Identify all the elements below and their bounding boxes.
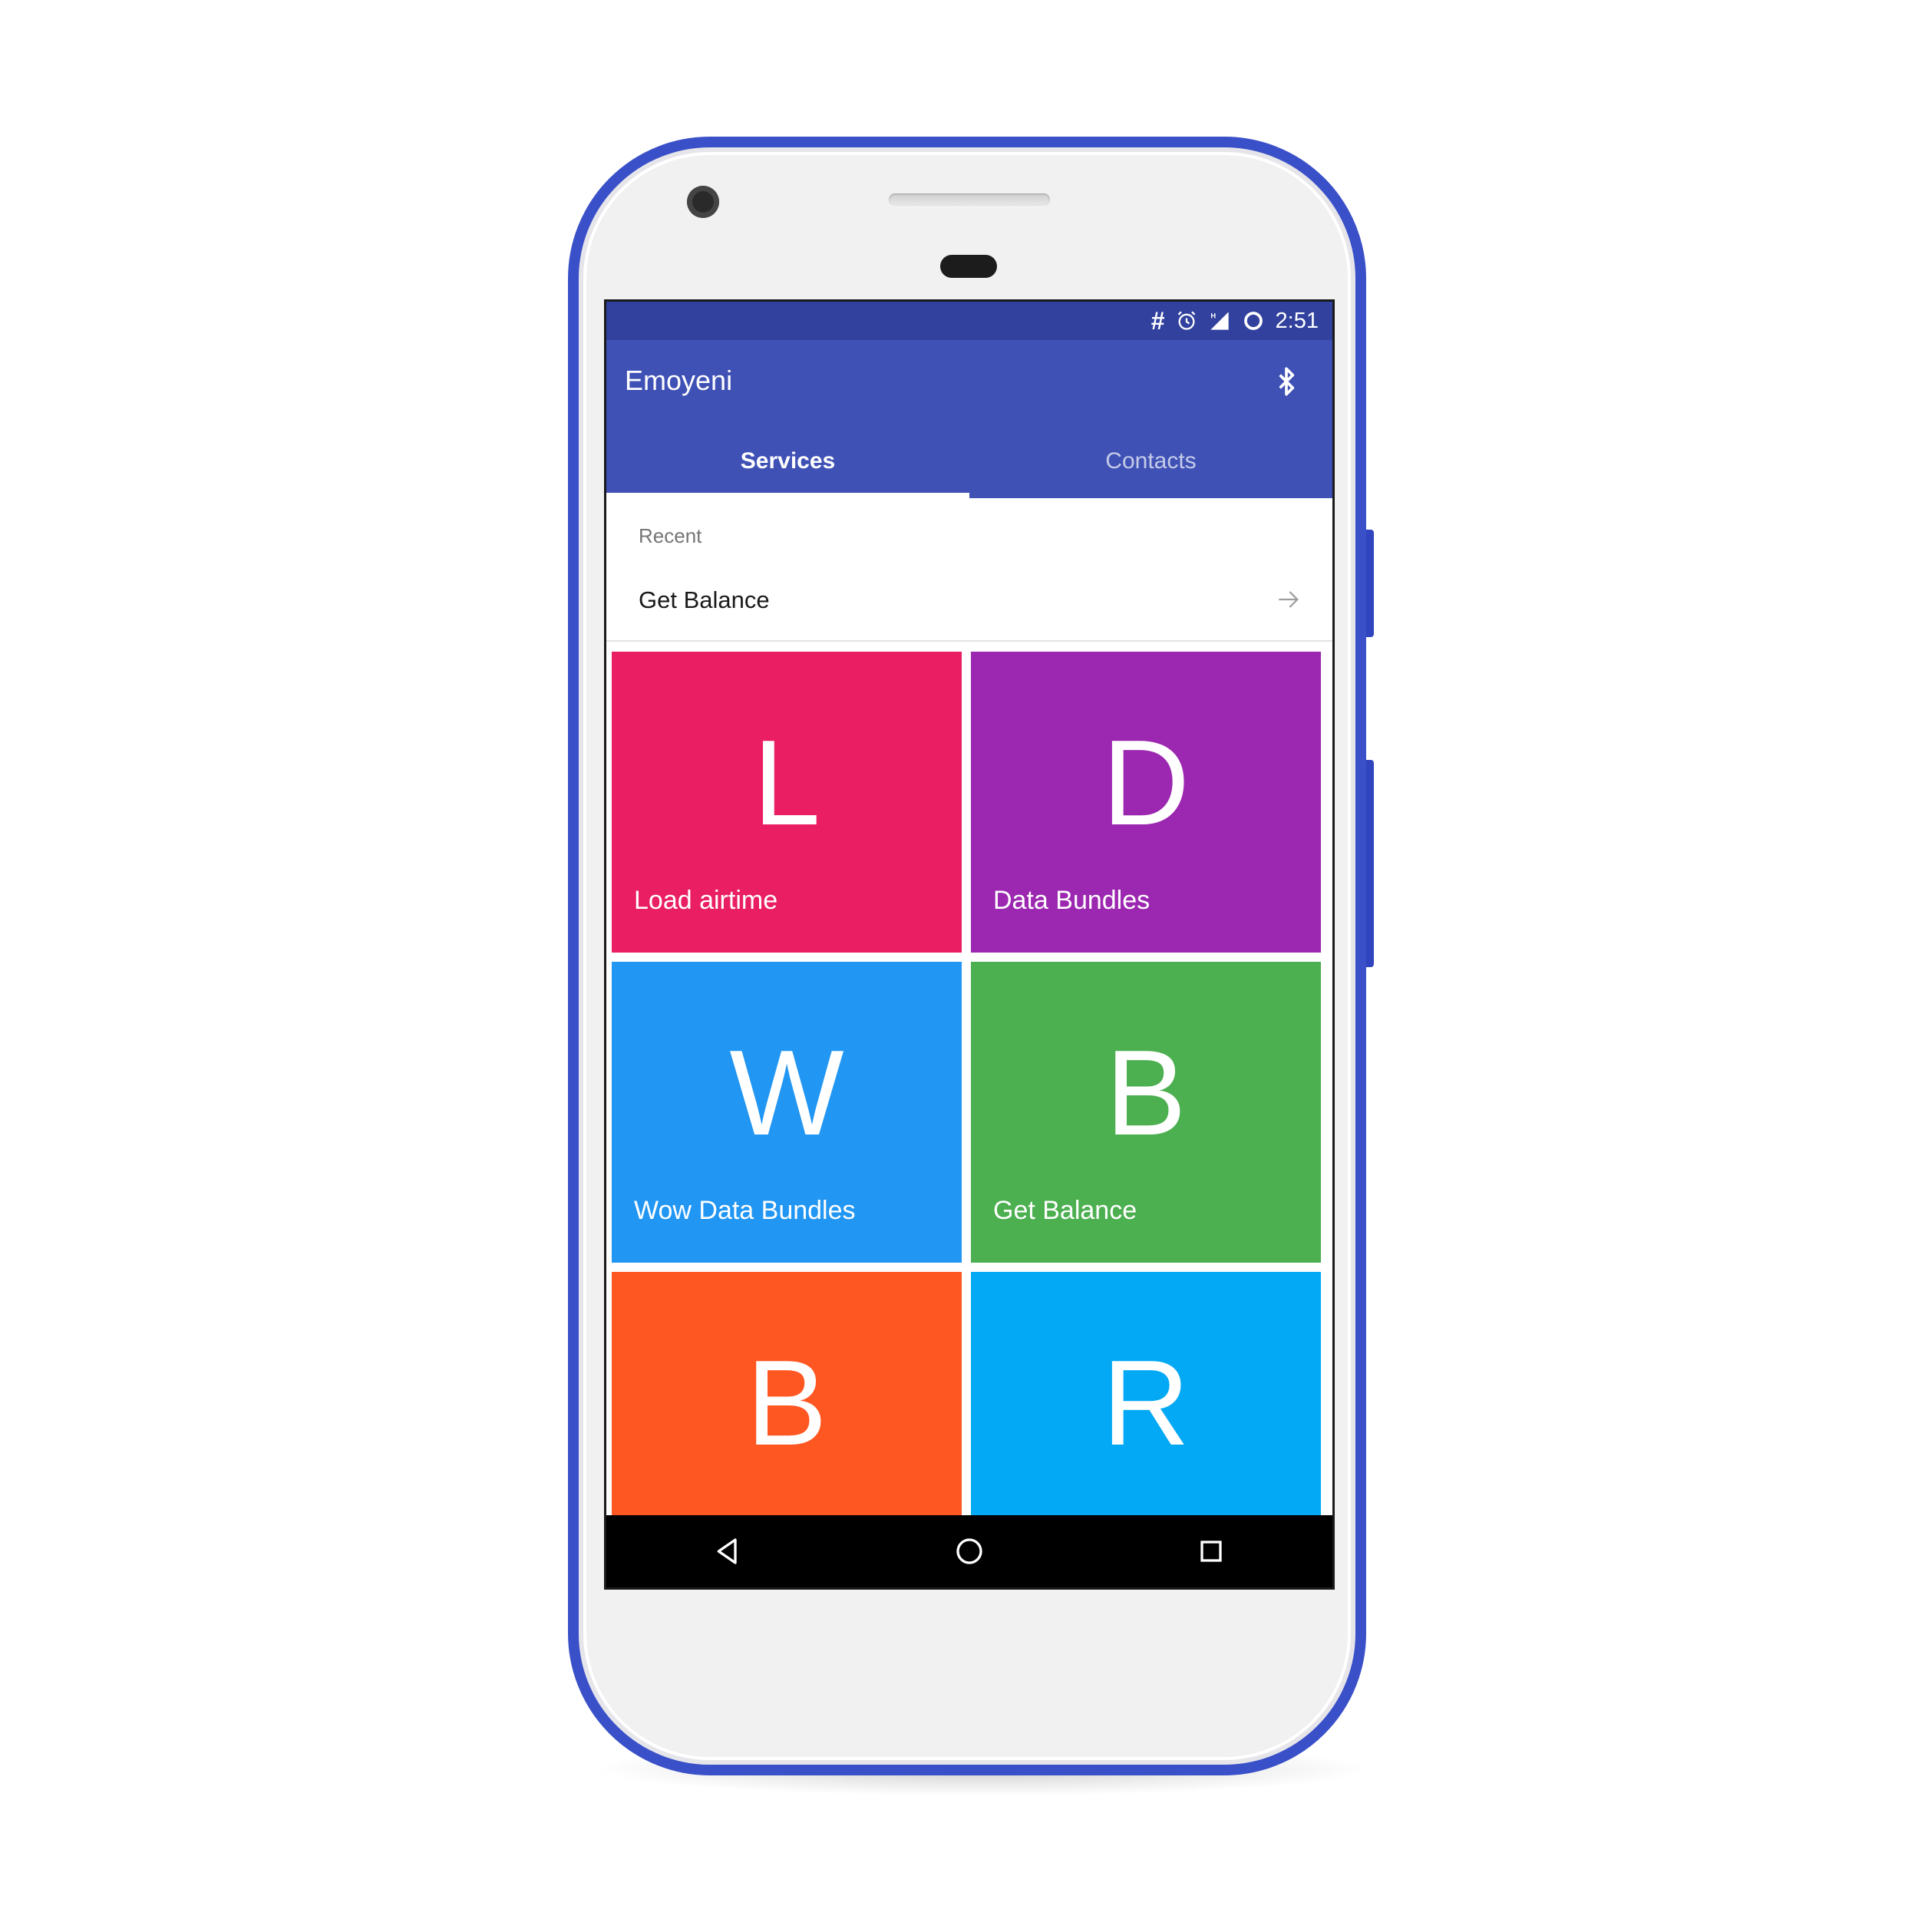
- tile-label: Data Bundles: [993, 886, 1151, 915]
- proximity-sensor: [940, 255, 997, 278]
- service-tile-get-balance[interactable]: B Get Balance: [971, 962, 1321, 1263]
- tab-contacts[interactable]: Contacts: [969, 424, 1332, 498]
- recents-button[interactable]: [1188, 1528, 1234, 1574]
- arrow-right-icon: [1279, 591, 1299, 608]
- status-bar: # H 2:51: [606, 302, 1332, 340]
- tab-services-label: Services: [740, 448, 836, 474]
- back-button[interactable]: [705, 1528, 751, 1574]
- home-icon: [956, 1538, 982, 1564]
- alarm-icon: [1177, 311, 1195, 330]
- tile-letter: R: [1101, 1336, 1190, 1471]
- tile-letter: B: [1105, 1025, 1187, 1161]
- back-icon: [717, 1538, 737, 1564]
- recent-header: Recent: [639, 524, 702, 547]
- stage: # H 2:51 Emoyeni Services Contacts Recen…: [0, 0, 1928, 1932]
- power-button: [1366, 530, 1374, 637]
- front-camera: [687, 186, 719, 218]
- app-bar: Emoyeni Services Contacts: [606, 340, 1332, 498]
- hash-icon: #: [1151, 306, 1165, 335]
- recent-item[interactable]: Get Balance: [606, 571, 1332, 632]
- app-title: Emoyeni: [625, 365, 733, 396]
- tab-services[interactable]: Services: [606, 424, 969, 498]
- tile-letter: L: [753, 715, 820, 850]
- recent-section: Recent Get Balance: [606, 498, 1332, 642]
- volume-button: [1366, 760, 1374, 967]
- tile-letter: B: [746, 1336, 827, 1471]
- signal-icon: H: [1210, 312, 1229, 330]
- tile-label: Wow Data Bundles: [634, 1196, 856, 1225]
- recent-item-label: Get Balance: [639, 586, 770, 613]
- recents-icon: [1200, 1541, 1222, 1562]
- screen: # H 2:51 Emoyeni Services Contacts Recen…: [606, 302, 1332, 1587]
- tab-indicator: [606, 493, 969, 498]
- tile-label: Load airtime: [634, 886, 778, 915]
- tile-letter: D: [1101, 715, 1190, 850]
- status-time: 2:51: [1275, 308, 1319, 333]
- service-tile-data-bundles[interactable]: D Data Bundles: [971, 652, 1321, 953]
- earpiece-speaker: [889, 193, 1050, 206]
- status-icons: # H 2:51: [1151, 302, 1319, 340]
- tab-bar: Services Contacts: [606, 424, 1332, 498]
- service-tile-wow-data-bundles[interactable]: W Wow Data Bundles: [612, 962, 962, 1263]
- svg-text:H: H: [1210, 312, 1216, 320]
- home-button[interactable]: [946, 1528, 992, 1574]
- bluetooth-icon[interactable]: [1271, 363, 1302, 400]
- sync-icon: [1243, 312, 1263, 330]
- services-grid: L Load airtime D Data Bundles W Wow Data…: [612, 652, 1327, 1573]
- tile-letter: W: [729, 1025, 844, 1161]
- tab-contacts-label: Contacts: [1105, 448, 1197, 474]
- service-tile-load-airtime[interactable]: L Load airtime: [612, 652, 962, 953]
- tile-label: Get Balance: [993, 1196, 1137, 1225]
- navigation-bar: [606, 1515, 1332, 1587]
